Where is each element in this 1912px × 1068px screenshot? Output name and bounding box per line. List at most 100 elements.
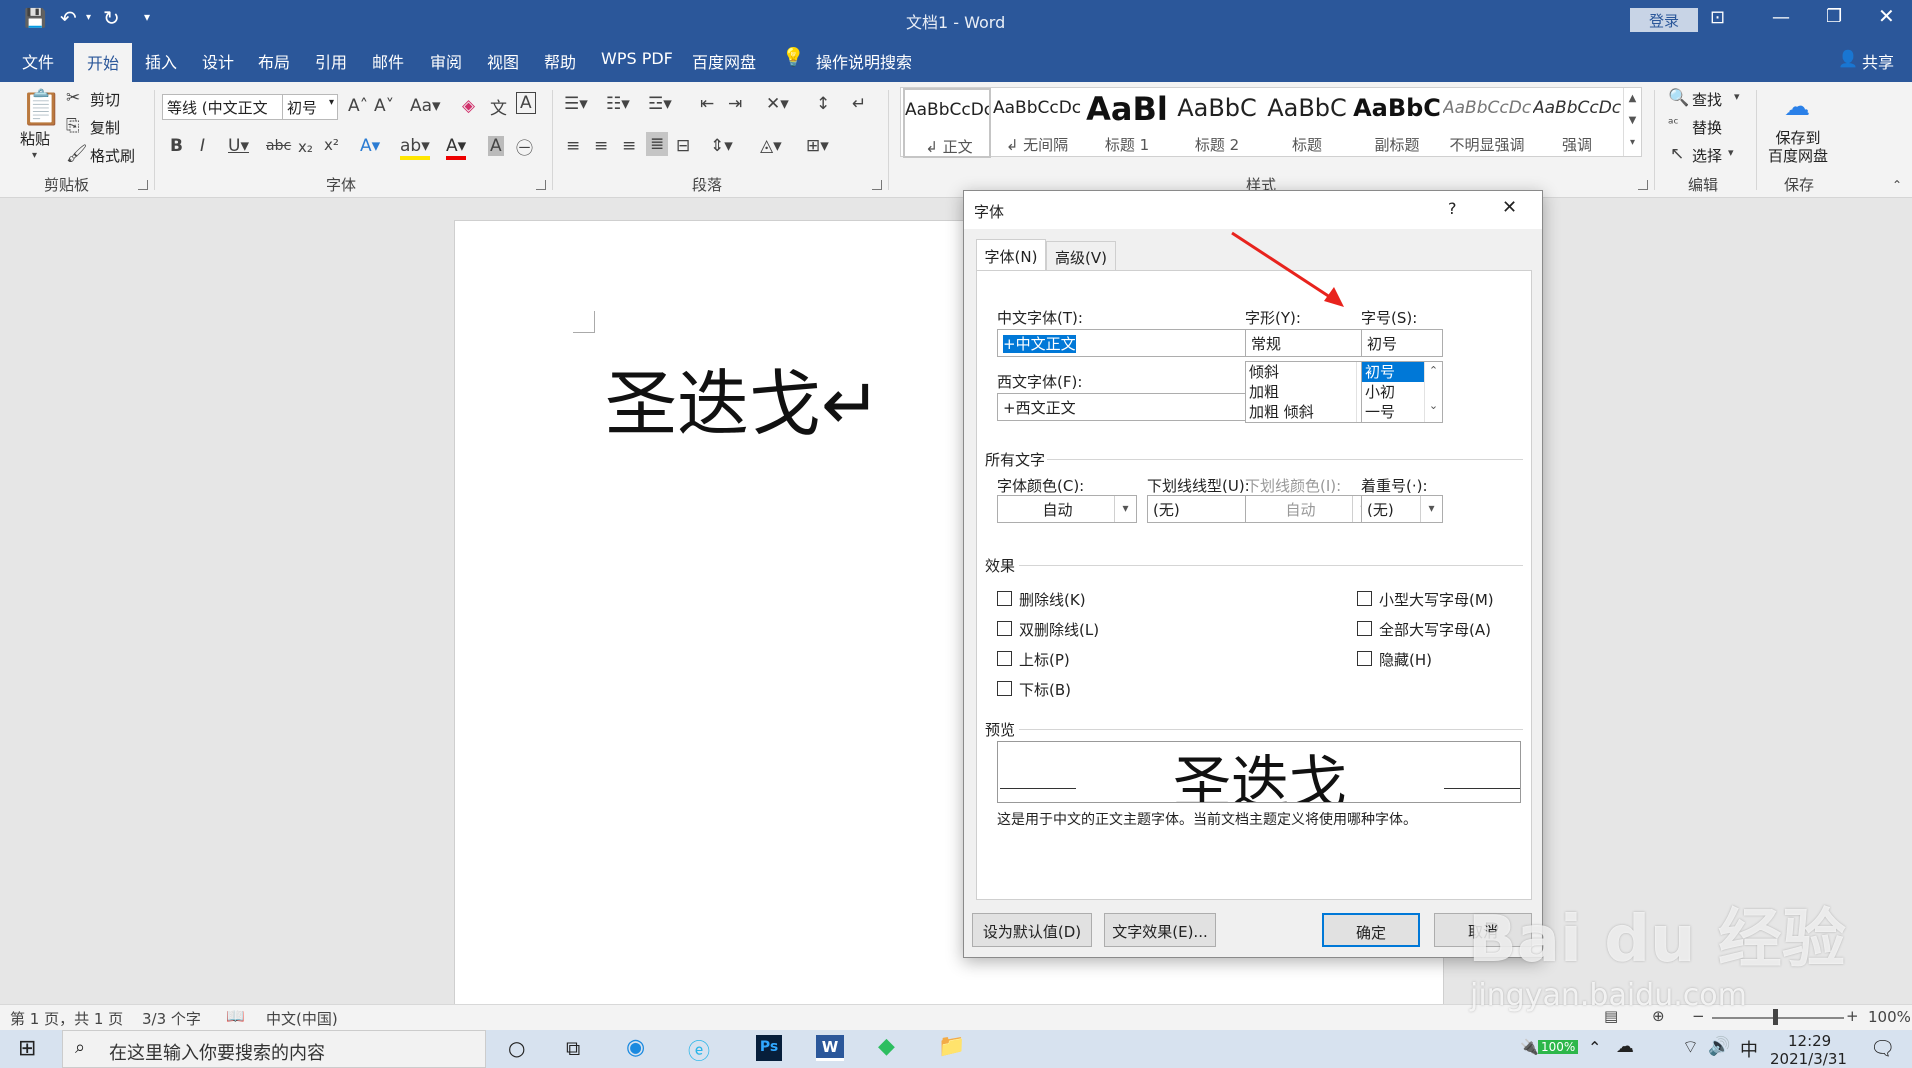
- format-painter-icon[interactable]: 🖌: [66, 144, 88, 164]
- cortana-icon[interactable]: ○: [508, 1036, 525, 1060]
- shading-icon[interactable]: ◬▾: [760, 136, 782, 156]
- customize-toolbar-icon[interactable]: ▾: [144, 10, 150, 24]
- hidden-label[interactable]: 隐藏(H): [1379, 649, 1432, 670]
- menu-references[interactable]: 引用: [315, 49, 347, 73]
- show-marks-icon[interactable]: ↵: [852, 94, 866, 114]
- redo-icon[interactable]: ↻: [103, 6, 120, 30]
- select-cursor-icon[interactable]: ↖: [1670, 144, 1684, 164]
- menu-mailings[interactable]: 邮件: [372, 49, 404, 73]
- document-text[interactable]: 圣迭戈↵: [605, 345, 881, 450]
- borders-icon[interactable]: ⊞▾: [806, 136, 829, 156]
- style-subtitle[interactable]: AaBbC 副标题: [1353, 88, 1441, 158]
- search-icon[interactable]: 🔍: [1668, 88, 1689, 108]
- superscript-checkbox[interactable]: [997, 651, 1012, 666]
- login-button[interactable]: 登录: [1630, 8, 1698, 32]
- baidu-cloud-icon[interactable]: ☁: [1784, 92, 1810, 122]
- style-emphasis[interactable]: AaBbCcDc 强调: [1533, 88, 1621, 158]
- word-count[interactable]: 3/3 个字: [142, 1008, 201, 1029]
- chevron-down-icon[interactable]: ▾: [1734, 90, 1740, 103]
- small-caps-label[interactable]: 小型大写字母(M): [1379, 589, 1494, 610]
- page-count[interactable]: 第 1 页，共 1 页: [10, 1008, 123, 1029]
- highlight-icon[interactable]: ab▾: [400, 136, 430, 160]
- strikethrough-label[interactable]: 删除线(K): [1019, 589, 1086, 610]
- tab-advanced[interactable]: 高级(V): [1046, 241, 1116, 271]
- list-item-selected[interactable]: 初号: [1362, 362, 1424, 382]
- close-icon[interactable]: ✕: [1878, 4, 1895, 28]
- text-effects-icon[interactable]: A▾: [360, 136, 380, 156]
- bold-icon[interactable]: B: [170, 136, 183, 156]
- paste-icon[interactable]: 📋: [20, 88, 62, 128]
- subscript-icon[interactable]: x₂: [298, 138, 313, 156]
- font-color-select[interactable]: 自动 ▾: [997, 495, 1137, 523]
- character-shading-icon[interactable]: A: [488, 136, 504, 156]
- clock-date[interactable]: 2021/3/31: [1770, 1050, 1847, 1068]
- find-button[interactable]: 查找: [1692, 89, 1722, 110]
- photoshop-icon[interactable]: Ps: [756, 1035, 782, 1061]
- tell-me-search[interactable]: 操作说明搜索: [816, 49, 912, 73]
- enclose-characters-icon[interactable]: ㊀: [516, 134, 533, 159]
- decrease-indent-icon[interactable]: ⇤: [700, 94, 714, 114]
- font-size-list[interactable]: 初号 小初 一号 ⌃ ⌄: [1361, 361, 1443, 423]
- font-color-icon[interactable]: A▾: [446, 136, 467, 160]
- power-plug-icon[interactable]: 🔌: [1520, 1038, 1539, 1056]
- underline-icon[interactable]: U▾: [228, 136, 249, 156]
- copy-icon[interactable]: ⎘: [66, 116, 80, 136]
- font-name-box[interactable]: 等线 (中文正文: [162, 94, 284, 120]
- style-subtle-emphasis[interactable]: AaBbCcDc 不明显强调: [1443, 88, 1531, 158]
- font-size-box[interactable]: 初号 ▾: [282, 94, 338, 120]
- cut-button[interactable]: 剪切: [90, 89, 120, 110]
- double-strikethrough-label[interactable]: 双删除线(L): [1019, 619, 1099, 640]
- menu-view[interactable]: 视图: [487, 49, 519, 73]
- multilevel-list-icon[interactable]: ☲▾: [648, 94, 672, 114]
- onedrive-icon[interactable]: ☁: [1616, 1036, 1634, 1057]
- hidden-checkbox[interactable]: [1357, 651, 1372, 666]
- minimize-icon[interactable]: —: [1772, 7, 1790, 28]
- select-button[interactable]: 选择: [1692, 145, 1722, 166]
- style-title[interactable]: AaBbC 标题: [1263, 88, 1351, 158]
- paste-button[interactable]: 粘贴: [20, 128, 50, 149]
- list-item[interactable]: 倾斜: [1246, 362, 1374, 382]
- tab-font[interactable]: 字体(N): [976, 239, 1046, 271]
- style-heading-1[interactable]: AaBl 标题 1: [1083, 88, 1171, 158]
- undo-icon[interactable]: ↶: [60, 6, 77, 30]
- double-strikethrough-checkbox[interactable]: [997, 621, 1012, 636]
- menu-wps-pdf[interactable]: WPS PDF: [601, 49, 673, 68]
- shrink-font-icon[interactable]: A˅: [374, 96, 394, 116]
- chinese-layout-icon[interactable]: ✕▾: [766, 94, 789, 114]
- align-right-icon[interactable]: ≡: [622, 136, 636, 156]
- distributed-icon[interactable]: ⊟: [676, 136, 690, 156]
- language[interactable]: 中文(中国): [266, 1008, 338, 1029]
- font-launcher-icon[interactable]: [536, 180, 546, 190]
- format-painter-button[interactable]: 格式刷: [90, 145, 135, 166]
- justify-icon[interactable]: ≣: [646, 132, 669, 156]
- paragraph-launcher-icon[interactable]: [872, 180, 882, 190]
- taskbar-search-box[interactable]: ⌕ 在这里输入你要搜索的内容: [62, 1030, 486, 1068]
- edge-icon[interactable]: ◉: [626, 1035, 645, 1060]
- save-icon[interactable]: 💾: [24, 8, 46, 29]
- ribbon-display-icon[interactable]: ⊡: [1710, 7, 1725, 28]
- grow-font-icon[interactable]: A˄: [348, 96, 368, 116]
- zoom-slider[interactable]: [1712, 1017, 1844, 1019]
- strikethrough-icon[interactable]: abc: [266, 138, 291, 154]
- font-style-input[interactable]: 常规: [1245, 329, 1375, 357]
- list-item[interactable]: 加粗: [1246, 382, 1374, 402]
- all-caps-checkbox[interactable]: [1357, 621, 1372, 636]
- superscript-label[interactable]: 上标(P): [1019, 649, 1070, 670]
- emphasis-mark-select[interactable]: (无) ▾: [1361, 495, 1443, 523]
- scrollbar[interactable]: ⌃⌄: [1424, 362, 1442, 422]
- clock-time[interactable]: 12:29: [1788, 1032, 1831, 1050]
- replace-icon[interactable]: ᵃᶜ: [1668, 116, 1679, 132]
- character-border-icon[interactable]: A: [516, 92, 536, 114]
- text-effects-button[interactable]: 文字效果(E)...: [1104, 913, 1216, 947]
- notification-icon[interactable]: 🗨: [1870, 1036, 1895, 1060]
- increase-indent-icon[interactable]: ⇥: [728, 94, 742, 114]
- style-heading-2[interactable]: AaBbC 标题 2: [1173, 88, 1261, 158]
- windows-start-icon[interactable]: ⊞: [18, 1036, 36, 1061]
- proofing-icon[interactable]: 📖: [226, 1007, 245, 1025]
- font-size-input[interactable]: 初号: [1361, 329, 1443, 357]
- sort-icon[interactable]: ↕: [816, 94, 830, 114]
- line-spacing-icon[interactable]: ⇕▾: [710, 136, 733, 156]
- dialog-close-icon[interactable]: ✕: [1502, 197, 1517, 218]
- cut-icon[interactable]: ✂: [66, 88, 80, 108]
- menu-home[interactable]: 开始: [74, 43, 132, 82]
